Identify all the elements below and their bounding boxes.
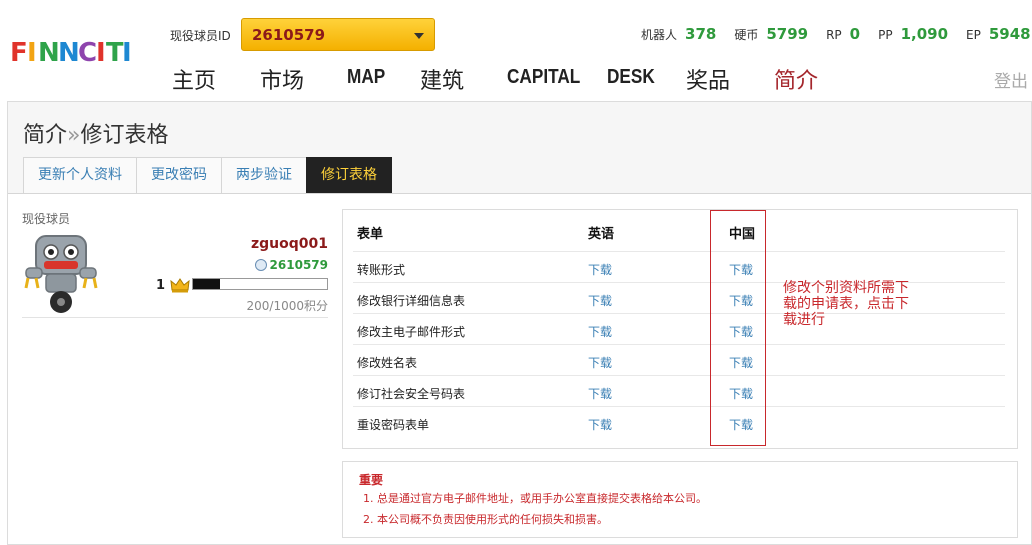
- stat-value: 5799: [766, 25, 809, 43]
- revision-forms-table: 表单 英语 中国 转账形式 下载 下载 修改银行详细信息表 下载 下载 修改主电…: [342, 209, 1018, 449]
- download-english-link[interactable]: 下载: [588, 261, 612, 278]
- chinese-column-highlight: [710, 210, 766, 446]
- nav-capital[interactable]: CAPITAL: [507, 66, 580, 89]
- stat-rp: RP 0: [826, 25, 860, 43]
- column-header-form: 表单: [357, 227, 384, 242]
- xp-progress-fill: [193, 279, 220, 289]
- svg-text:C: C: [78, 38, 97, 68]
- nav-buildings[interactable]: 建筑: [420, 63, 464, 95]
- nav-market[interactable]: 市场: [260, 63, 304, 95]
- svg-text:I: I: [27, 38, 37, 68]
- notice-item: 1. 总是通过官方电子邮件地址，或用手办公室直接提交表格给本公司。: [363, 492, 707, 505]
- player-id-display: 2610579: [208, 258, 328, 272]
- profile-tabs: 更新个人资料 更改密码 两步验证 修订表格: [23, 157, 392, 194]
- svg-text:N: N: [38, 38, 60, 68]
- nav-profile[interactable]: 简介: [774, 63, 818, 95]
- stat-value: 1,090: [900, 25, 949, 43]
- coin-icon: [254, 259, 267, 271]
- nav-desk[interactable]: DESK: [607, 66, 655, 89]
- stat-label: EP: [966, 28, 981, 42]
- stat-value: 0: [849, 25, 861, 43]
- notice-title: 重要: [359, 473, 384, 487]
- tab-update-profile[interactable]: 更新个人资料: [23, 157, 137, 194]
- notice-item: 2. 本公司概不负责因使用形式的任何损失和损害。: [363, 513, 608, 526]
- stat-label: 机器人: [641, 28, 678, 42]
- stat-label: PP: [878, 28, 893, 42]
- download-english-link[interactable]: 下载: [588, 292, 612, 309]
- table-row: 重设密码表单 下载 下载: [353, 406, 1005, 437]
- form-name: 修订社会安全号码表: [357, 387, 466, 401]
- column-header-english: 英语: [588, 227, 615, 242]
- player-level: 1: [156, 278, 166, 293]
- stat-label: RP: [826, 28, 842, 42]
- form-name: 修改银行详细信息表: [357, 294, 466, 308]
- download-english-link[interactable]: 下载: [588, 416, 612, 433]
- nav-prizes[interactable]: 奖品: [686, 63, 730, 95]
- robot-avatar-icon: [24, 235, 98, 313]
- important-notice: 重要 1. 总是通过官方电子邮件地址，或用手办公室直接提交表格给本公司。 2. …: [342, 461, 1018, 538]
- player-id-value: 2610579: [252, 26, 326, 44]
- table-header: 表单 英语 中国: [343, 210, 1017, 252]
- form-name: 重设密码表单: [357, 418, 430, 432]
- player-id-label: 现役球员ID: [170, 29, 231, 43]
- finnciti-logo[interactable]: F I N N C I T I: [8, 33, 136, 69]
- chevron-down-icon: [414, 33, 424, 39]
- tab-two-step-verification[interactable]: 两步验证: [221, 157, 307, 194]
- top-header: F I N N C I T I 现役球员ID 2610579 机器人 378 硬…: [0, 0, 1032, 101]
- table-row: 修订社会安全号码表 下载 下载: [353, 375, 1005, 406]
- nav-home[interactable]: 主页: [172, 63, 216, 95]
- table-row: 修改姓名表 下载 下载: [353, 344, 1005, 375]
- breadcrumb-current: 修订表格: [80, 123, 169, 148]
- active-player-label: 现役球员: [22, 212, 71, 226]
- form-name: 转账形式: [357, 263, 406, 277]
- xp-progress-text: 200/1000积分: [246, 299, 329, 313]
- crown-icon: [170, 278, 190, 293]
- svg-text:I: I: [122, 38, 132, 68]
- breadcrumb-parent[interactable]: 简介: [23, 123, 67, 148]
- tab-change-password[interactable]: 更改密码: [136, 157, 222, 194]
- page-title: 简介»修订表格: [23, 117, 169, 149]
- stat-label: 硬币: [734, 28, 759, 42]
- svg-text:F: F: [10, 38, 28, 68]
- breadcrumb-separator: »: [67, 123, 81, 148]
- tab-content: 现役球员 zguoq001 2610579 1 200/1000积分 表单 英语…: [8, 193, 1031, 544]
- svg-text:N: N: [58, 38, 80, 68]
- stat-pp: PP 1,090: [878, 25, 948, 43]
- main-nav: 主页 市场 MAP 建筑 CAPITAL DESK 奖品 简介: [172, 63, 832, 95]
- stat-value: 378: [685, 25, 717, 43]
- stat-robots: 机器人 378: [641, 25, 716, 43]
- annotation-note: 修改个别资料所需下载的申请表，点击下载进行: [783, 280, 909, 328]
- nav-map[interactable]: MAP: [347, 66, 385, 89]
- form-name: 修改姓名表: [357, 356, 418, 370]
- download-english-link[interactable]: 下载: [588, 323, 612, 340]
- logout-link[interactable]: 登出: [994, 67, 1028, 92]
- divider: [22, 317, 328, 318]
- player-id-text: 2610579: [269, 258, 328, 272]
- content-frame: 简介»修订表格 更新个人资料 更改密码 两步验证 修订表格 现役球员 zguoq…: [7, 101, 1032, 545]
- form-name: 修改主电子邮件形式: [357, 325, 466, 339]
- stat-ep: EP 5948: [966, 25, 1031, 43]
- stats-bar: 机器人 378 硬币 5799 RP 0 PP 1,090 EP 5948: [641, 25, 1031, 43]
- stat-coins: 硬币 5799: [734, 25, 808, 43]
- svg-text:I: I: [96, 38, 106, 68]
- table-row: 转账形式 下载 下载: [353, 251, 1005, 282]
- tab-revision-forms[interactable]: 修订表格: [306, 157, 392, 194]
- player-id-select[interactable]: 2610579: [241, 18, 435, 51]
- xp-progress-bar: [192, 278, 328, 290]
- stat-value: 5948: [988, 25, 1031, 43]
- player-username[interactable]: zguoq001: [208, 236, 328, 252]
- download-english-link[interactable]: 下载: [588, 354, 612, 371]
- download-english-link[interactable]: 下载: [588, 385, 612, 402]
